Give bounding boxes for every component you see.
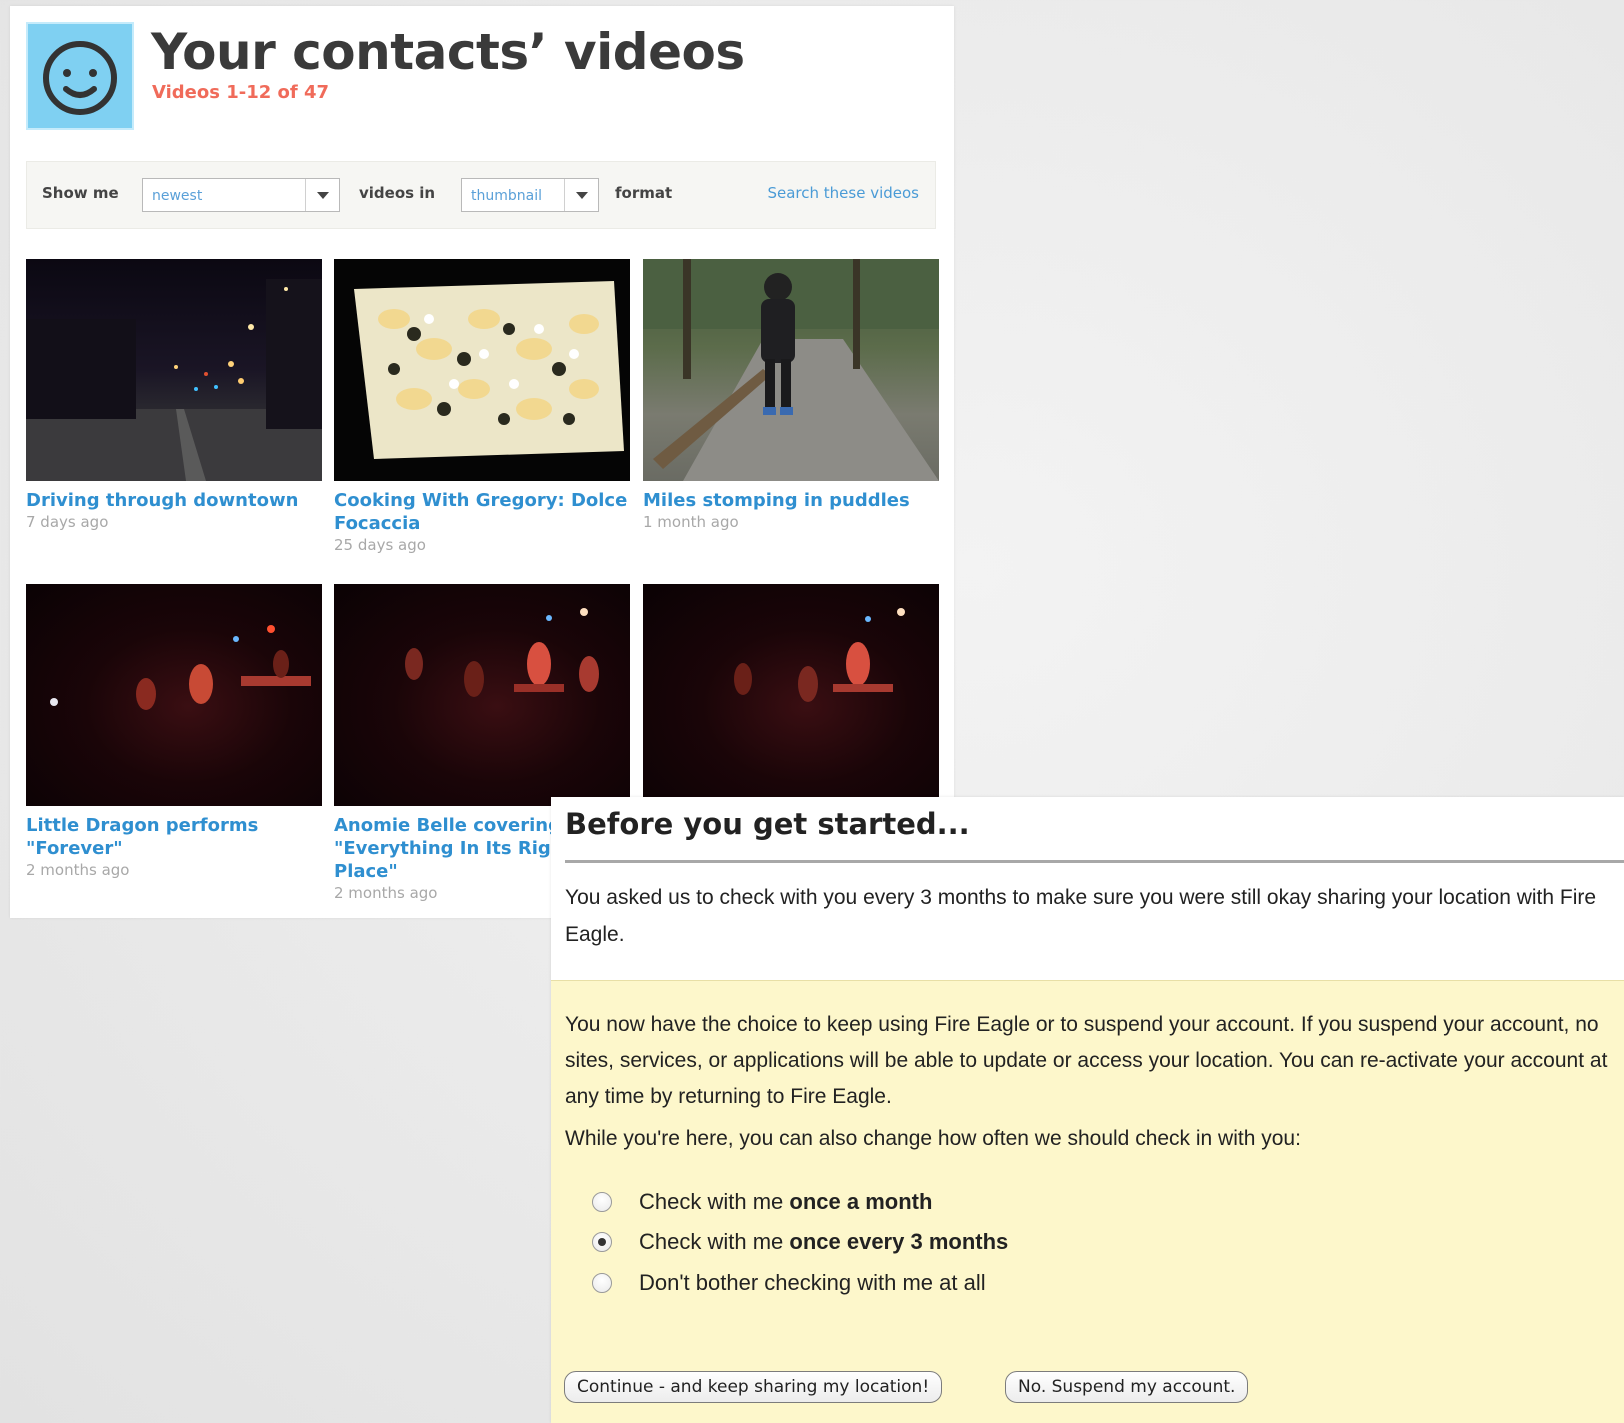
- radio-button[interactable]: [592, 1273, 612, 1293]
- page-title: Your contacts’ videos: [151, 23, 745, 81]
- search-videos-link[interactable]: Search these videos: [767, 184, 919, 202]
- video-card[interactable]: Little Dragon performs "Forever" 2 month…: [26, 584, 322, 879]
- videos-in-label: videos in: [359, 184, 436, 202]
- video-title-line2[interactable]: Focaccia: [334, 512, 630, 535]
- video-age: 2 months ago: [26, 861, 130, 879]
- fire-eagle-panel: Before you get started... You asked us t…: [551, 797, 1624, 1423]
- fire-heading: Before you get started...: [565, 807, 970, 841]
- radio-button[interactable]: [592, 1192, 612, 1212]
- format-label: format: [615, 184, 673, 202]
- radio-option-monthly[interactable]: Check with me once a month: [592, 1189, 932, 1215]
- show-me-label: Show me: [42, 184, 119, 202]
- contacts-videos-panel: Your contacts’ videos Videos 1-12 of 47 …: [10, 6, 954, 918]
- video-count: Videos 1-12 of 47: [152, 82, 330, 103]
- divider: [565, 860, 1624, 863]
- video-age: 7 days ago: [26, 513, 109, 531]
- video-age: 25 days ago: [334, 536, 426, 554]
- radio-option-never[interactable]: Don't bother checking with me at all: [592, 1270, 986, 1296]
- fire-intro-text: You asked us to check with you every 3 m…: [565, 886, 1597, 946]
- smiley-face-icon: [26, 22, 134, 130]
- video-thumbnail[interactable]: [643, 259, 939, 481]
- sort-select-value: newest: [152, 188, 203, 204]
- video-card[interactable]: Miles stomping in puddles 1 month ago: [643, 259, 939, 531]
- radio-option-quarterly[interactable]: Check with me once every 3 months: [592, 1229, 1008, 1255]
- radio-label-prefix: Check with me: [639, 1229, 790, 1254]
- video-card[interactable]: Cooking With Gregory: Dolce Focaccia 25 …: [334, 259, 630, 554]
- video-thumbnail[interactable]: [26, 584, 322, 806]
- fire-body-text: You now have the choice to keep using Fi…: [565, 1013, 1608, 1108]
- choice-box: You now have the choice to keep using Fi…: [551, 980, 1624, 1423]
- radio-label-bold: once a month: [789, 1189, 933, 1214]
- video-age: 1 month ago: [643, 513, 739, 531]
- video-card[interactable]: Driving through downtown 7 days ago: [26, 259, 322, 531]
- video-title[interactable]: Driving through downtown: [26, 489, 322, 512]
- video-title[interactable]: Little Dragon performs: [26, 814, 322, 837]
- video-card[interactable]: [643, 584, 939, 806]
- radio-label-bold: once every 3 months: [789, 1229, 1009, 1254]
- video-title[interactable]: Cooking With Gregory: Dolce: [334, 489, 630, 512]
- chevron-down-icon[interactable]: [564, 179, 598, 211]
- filter-bar: Show me newest videos in thumbnail forma…: [26, 161, 936, 229]
- suspend-account-button[interactable]: No. Suspend my account.: [1005, 1371, 1249, 1403]
- video-title[interactable]: Miles stomping in puddles: [643, 489, 939, 512]
- format-select-value: thumbnail: [471, 188, 542, 204]
- check-frequency-question: While you're here, you can also change h…: [565, 1127, 1301, 1150]
- video-thumbnail[interactable]: [334, 259, 630, 481]
- radio-label-prefix: Check with me: [639, 1189, 790, 1214]
- format-select[interactable]: thumbnail: [461, 178, 599, 212]
- video-title-line2[interactable]: "Forever": [26, 837, 322, 860]
- chevron-down-icon[interactable]: [305, 179, 339, 211]
- video-thumbnail[interactable]: [643, 584, 939, 806]
- video-thumbnail[interactable]: [26, 259, 322, 481]
- radio-button-selected[interactable]: [592, 1232, 612, 1252]
- video-thumbnail[interactable]: [334, 584, 630, 806]
- continue-button[interactable]: Continue - and keep sharing my location!: [564, 1371, 943, 1403]
- sort-select[interactable]: newest: [142, 178, 340, 212]
- radio-label-prefix: Don't bother checking with me at all: [639, 1270, 986, 1295]
